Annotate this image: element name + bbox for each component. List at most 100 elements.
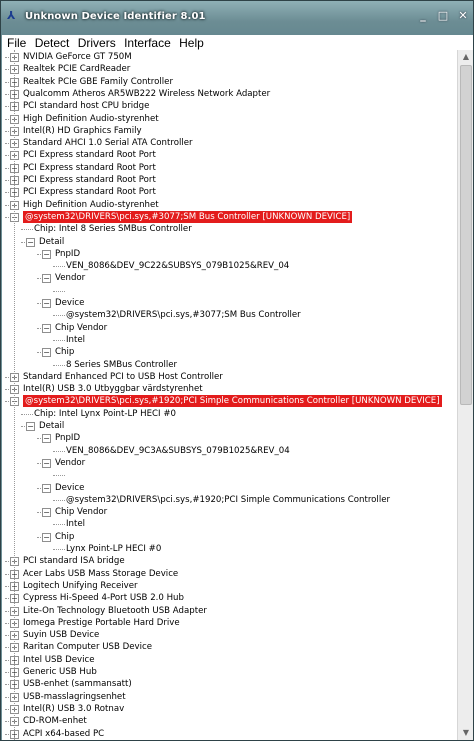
vertical-scrollbar[interactable]: ▲ ▼ — [457, 50, 473, 740]
tree-node-label: Standard Enhanced PCI to USB Host Contro… — [23, 371, 223, 382]
tree-node[interactable]: + High Definition Audio-styrenhet — [2, 113, 457, 125]
tree-node[interactable]: + NVIDIA GeForce GT 750M — [2, 51, 457, 63]
tree-node[interactable]: + Suyin USB Device — [2, 629, 457, 641]
tree-node[interactable]: + Intel(R) USB 3.0 Utbyggbar värdstyrenhe… — [2, 383, 457, 395]
title-bar[interactable]: ⅄ Unknown Device Identifier 8.01 _ □ ✕ — [1, 1, 473, 35]
tree-child-node[interactable]: − PnpID — [2, 432, 457, 444]
tree-node[interactable]: + ACPI x64-based PC — [2, 728, 457, 740]
tree-node[interactable]: + PCI standard ISA bridge — [2, 555, 457, 567]
tree-child-node[interactable]: @system32\DRIVERS\pci.sys,#1920;PCI Simp… — [2, 494, 457, 506]
tree-child-node[interactable]: Intel — [2, 518, 457, 530]
tree-node-label: Intel — [66, 519, 86, 530]
tree-node-label: @system32\DRIVERS\pci.sys,#3077;SM Bus C… — [66, 310, 301, 321]
tree-child-node[interactable]: − Vendor — [2, 457, 457, 469]
tree-node-label: Cypress Hi-Speed 4-Port USB 2.0 Hub — [23, 593, 184, 604]
tree-node[interactable]: + Intel(R) USB 3.0 Rotnav — [2, 703, 457, 715]
tree-node[interactable]: + CD-ROM-enhet — [2, 715, 457, 727]
tree-node[interactable]: − @system32\DRIVERS\pci.sys,#1920;PCI Sim… — [2, 394, 457, 409]
tree-node-label: ACPI x64-based PC — [23, 728, 105, 739]
tree-node[interactable]: + PCI Express standard Root Port — [2, 186, 457, 198]
tree-node[interactable]: + USB-masslagringsenhet — [2, 691, 457, 703]
collapse-icon[interactable]: − — [42, 508, 51, 518]
menu-detect[interactable]: Detect — [35, 36, 70, 50]
tree-node-label: PCI standard ISA bridge — [23, 556, 125, 567]
tree-connector — [53, 364, 65, 366]
tree-node[interactable]: + Intel(R) HD Graphics Family — [2, 125, 457, 137]
tree-child-node[interactable] — [2, 469, 457, 481]
tree-child-node[interactable]: − Detail — [2, 236, 457, 248]
tree-child-node[interactable]: − Chip — [2, 531, 457, 543]
minimize-button[interactable]: _ — [415, 9, 431, 23]
tree-child-node[interactable]: − Chip Vendor — [2, 322, 457, 334]
tree-child-node[interactable]: − Detail — [2, 420, 457, 432]
tree-node[interactable]: + Realtek PCIe GBE Family Controller — [2, 76, 457, 88]
tree-node-label: Device — [55, 298, 85, 308]
tree-node[interactable]: + Cypress Hi-Speed 4-Port USB 2.0 Hub — [2, 592, 457, 604]
tree-child-node[interactable]: − Chip Vendor — [2, 506, 457, 518]
tree-node-label: VEN_8086&DEV_9C3A&SUBSYS_079B1025&REV_04 — [66, 445, 290, 456]
tree-node-label: PCI standard host CPU bridge — [23, 101, 150, 112]
collapse-icon[interactable]: − — [42, 532, 51, 542]
tree-node[interactable]: + USB-enhet (sammansatt) — [2, 678, 457, 690]
tree-child-node[interactable]: − Vendor — [2, 272, 457, 284]
tree-node[interactable]: + Raritan Computer USB Device — [2, 641, 457, 653]
tree-node[interactable]: + High Definition Audio-styrenhet — [2, 199, 457, 211]
menu-help[interactable]: Help — [179, 36, 204, 50]
collapse-icon[interactable]: − — [42, 348, 51, 358]
collapse-icon[interactable]: − — [42, 323, 51, 333]
tree-node-label: PnpID — [55, 248, 81, 259]
tree-node[interactable]: + PCI Express standard Root Port — [2, 149, 457, 161]
tree-node[interactable]: + PCI Express standard Root Port — [2, 162, 457, 174]
tree-node-label: 8 Series SMBus Controller — [66, 359, 178, 370]
tree-child-node[interactable] — [2, 285, 457, 297]
menu-file[interactable]: File — [7, 36, 26, 50]
tree-child-node[interactable]: Intel — [2, 334, 457, 346]
tree-node-label: Suyin USB Device — [23, 630, 100, 641]
scroll-thumb[interactable] — [460, 65, 472, 405]
tree-node[interactable]: + Intel USB Device — [2, 654, 457, 666]
tree-child-node[interactable]: @system32\DRIVERS\pci.sys,#3077;SM Bus C… — [2, 309, 457, 321]
collapse-icon[interactable]: − — [26, 422, 35, 431]
tree-child-node[interactable]: VEN_8086&DEV_9C3A&SUBSYS_079B1025&REV_04 — [2, 445, 457, 457]
tree-node-label: Logitech Unifying Receiver — [23, 580, 138, 591]
collapse-icon[interactable]: − — [42, 249, 51, 259]
tree-child-node[interactable]: Chip: Intel Lynx Point-LP HECI #0 — [2, 408, 457, 420]
tree-connector — [53, 524, 65, 526]
scroll-down-icon[interactable]: ▼ — [459, 726, 473, 740]
tree-child-node[interactable]: 8 Series SMBus Controller — [2, 359, 457, 371]
tree-connector — [53, 549, 65, 550]
tree-node[interactable]: + PCI standard host CPU bridge — [2, 100, 457, 112]
tree-node[interactable]: + Lite-On Technology Bluetooth USB Adapte… — [2, 605, 457, 617]
tree-node[interactable]: + Qualcomm Atheros AR5WB222 Wireless Netw… — [2, 88, 457, 100]
tree-node[interactable]: + Logitech Unifying Receiver — [2, 580, 457, 592]
tree-node[interactable]: + PCI Express standard Root Port — [2, 174, 457, 186]
tree-child-node[interactable]: − Device — [2, 297, 457, 309]
tree-child-node[interactable]: − Chip — [2, 346, 457, 358]
maximize-button[interactable]: □ — [435, 9, 451, 23]
collapse-icon[interactable]: − — [42, 434, 51, 444]
tree-node[interactable]: − @system32\DRIVERS\pci.sys,#3077;SM Bus … — [2, 209, 457, 224]
collapse-icon[interactable]: − — [26, 237, 35, 247]
menu-interface[interactable]: Interface — [124, 36, 171, 50]
tree-node-label: PCI Express standard Root Port — [23, 150, 156, 161]
menu-drivers[interactable]: Drivers — [78, 36, 116, 50]
tree-child-node[interactable]: Lynx Point-LP HECI #0 — [2, 543, 457, 555]
tree-node[interactable]: + Acer Labs USB Mass Storage Device — [2, 568, 457, 580]
tree-child-node[interactable]: Chip: Intel 8 Series SMBus Controller — [2, 223, 457, 235]
tree-child-node[interactable]: VEN_8086&DEV_9C22&SUBSYS_079B1025&REV_04 — [2, 260, 457, 272]
collapse-icon[interactable]: − — [42, 458, 51, 468]
tree-child-node[interactable]: − PnpID — [2, 248, 457, 260]
menu-bar: File Detect Drivers Interface Help — [2, 35, 473, 50]
scroll-up-icon[interactable]: ▲ — [459, 50, 473, 64]
tree-node[interactable]: + Standard Enhanced PCI to USB Host Contr… — [2, 371, 457, 383]
tree-node[interactable]: + Iomega Prestige Portable Hard Drive — [2, 617, 457, 629]
device-tree[interactable]: + NVIDIA GeForce GT 750M + Realtek PCIE Car… — [2, 50, 457, 740]
tree-node[interactable]: + Realtek PCIE CardReader — [2, 63, 457, 75]
close-button[interactable]: ✕ — [455, 9, 471, 23]
collapse-icon[interactable]: − — [42, 274, 51, 284]
collapse-icon[interactable]: − — [42, 299, 51, 308]
tree-child-node[interactable]: − Device — [2, 482, 457, 494]
tree-node[interactable]: + Standard AHCI 1.0 Serial ATA Controller — [2, 137, 457, 149]
tree-node[interactable]: + Generic USB Hub — [2, 666, 457, 678]
collapse-icon[interactable]: − — [42, 483, 51, 493]
